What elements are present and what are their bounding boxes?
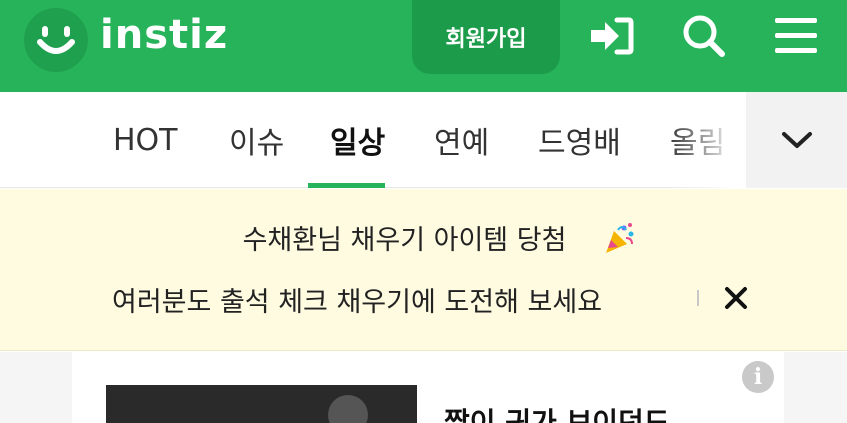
top-header: instiz 회원가입 bbox=[0, 0, 847, 92]
close-icon bbox=[725, 287, 747, 309]
party-popper-icon bbox=[602, 222, 636, 256]
search-icon[interactable] bbox=[676, 8, 732, 64]
notice-close-button[interactable] bbox=[718, 280, 754, 316]
site-logo-text[interactable]: instiz bbox=[100, 12, 228, 58]
tab-entertainment[interactable]: 연예 bbox=[434, 92, 489, 188]
info-icon[interactable]: i bbox=[742, 361, 774, 393]
notice-divider bbox=[697, 290, 699, 306]
signup-button[interactable]: 회원가입 bbox=[412, 0, 560, 74]
notice-challenge-text[interactable]: 여러분도 출석 체크 채우기에 도전해 보세요 bbox=[112, 280, 602, 319]
tab-hot[interactable]: HOT bbox=[113, 92, 178, 188]
tab-more-button[interactable] bbox=[746, 92, 847, 188]
login-icon[interactable] bbox=[584, 8, 640, 64]
tab-scroll-fade bbox=[668, 92, 748, 188]
thumbnail-figure bbox=[328, 395, 368, 423]
post-title[interactable]: 짤이 귀가 보이던도 bbox=[444, 404, 670, 423]
tab-drama-movie[interactable]: 드영배 bbox=[538, 92, 621, 188]
menu-icon[interactable] bbox=[768, 8, 824, 64]
notice-line1: 수채환님 채우기 아이템 당첨 bbox=[242, 225, 567, 256]
post-thumbnail[interactable] bbox=[106, 385, 417, 423]
smile-logo-icon[interactable] bbox=[24, 8, 88, 72]
tab-daily[interactable]: 일상 bbox=[330, 92, 385, 188]
chevron-down-icon bbox=[781, 132, 812, 148]
tab-issue[interactable]: 이슈 bbox=[229, 92, 284, 188]
attendance-notice-banner bbox=[0, 189, 847, 351]
active-tab-indicator bbox=[308, 183, 385, 188]
notice-winner-text: 수채환님 채우기 아이템 당첨 bbox=[0, 218, 847, 257]
